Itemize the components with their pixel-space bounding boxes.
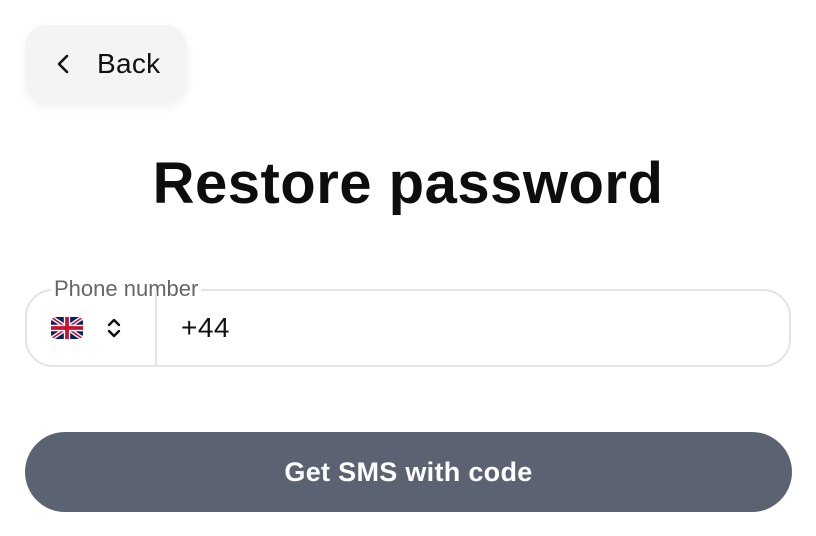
back-button[interactable]: Back xyxy=(25,25,187,103)
back-button-label: Back xyxy=(97,48,161,79)
chevron-up-down-icon xyxy=(105,315,123,341)
get-sms-code-button[interactable]: Get SMS with code xyxy=(25,432,792,512)
page-title: Restore password xyxy=(152,151,664,216)
phone-number-field: Phone number xyxy=(25,274,791,367)
chevron-left-icon xyxy=(55,53,71,75)
country-code-selector[interactable] xyxy=(27,291,157,365)
phone-number-input[interactable] xyxy=(181,291,761,365)
uk-flag-icon xyxy=(51,317,83,339)
